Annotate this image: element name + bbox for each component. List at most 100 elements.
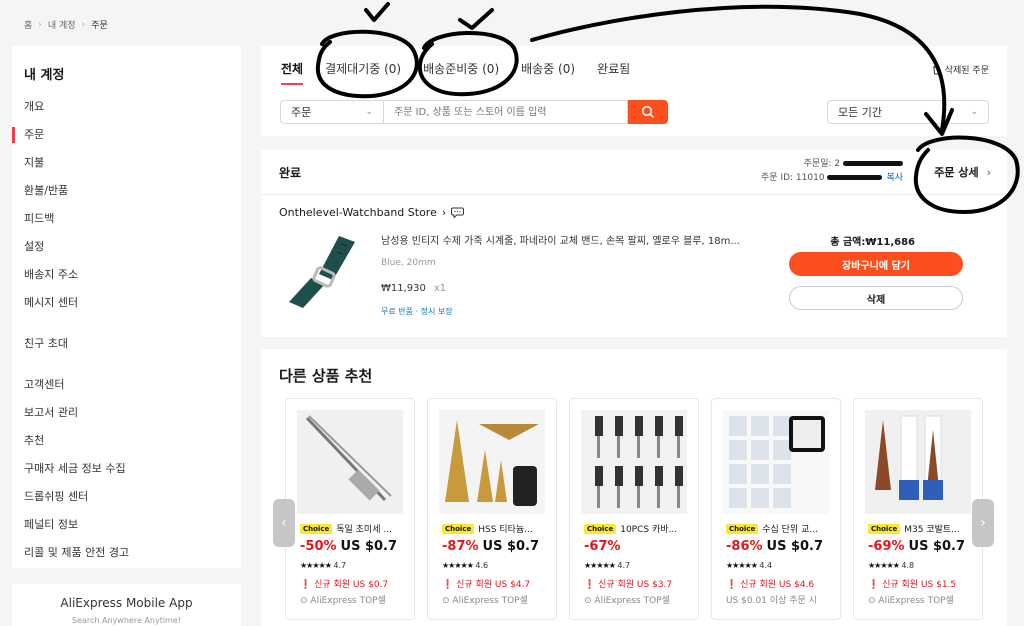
product-card[interactable]: Choice 독일 초미세 ... -50% US $0.7 ★★★★★ 4.7 ❗ 신규… <box>285 398 415 620</box>
deleted-orders-link[interactable]: 삭제된 주문 <box>932 63 989 76</box>
sidebar-item-penalty[interactable]: 페널티 정보 <box>12 511 241 539</box>
product-name[interactable]: 10PCS 카바... <box>620 522 677 535</box>
search-type-value: 주문 <box>291 106 312 119</box>
product-qty: x1 <box>433 283 447 294</box>
product-card[interactable]: Choice 10PCS 카바... -67% ★★★★★ 4.7 ❗ 신규 회원 US… <box>569 398 699 620</box>
sidebar-item-tax-info[interactable]: 구매자 세금 정보 수집 <box>12 455 241 483</box>
add-to-cart-button[interactable]: 장바구니에 담기 <box>789 252 963 276</box>
product-badge: 무료 반품 · 정시 보장 <box>381 307 453 316</box>
tab-all[interactable]: 전체 <box>281 60 304 85</box>
rating-value: 4.8 <box>901 561 915 570</box>
divider <box>261 194 1007 195</box>
chevron-down-icon: ⌄ <box>970 107 978 117</box>
order-detail-link[interactable]: 주문 상세 › <box>934 164 991 180</box>
star-rating-icon: ★★★★★ <box>300 561 332 570</box>
sidebar-item-orders[interactable]: 주문 <box>12 121 241 149</box>
top-seller-label: AliExpress TOP셀 <box>878 596 954 606</box>
sidebar-item-addresses[interactable]: 배송지 주소 <box>12 261 241 289</box>
breadcrumb-account[interactable]: 내 계정 <box>48 18 76 31</box>
product-name[interactable]: M35 코발트... <box>904 522 960 535</box>
sidebar-item-refunds[interactable]: 환불/반품 <box>12 177 241 205</box>
product-card[interactable]: Choice M35 코발트... -69% US $0.7 ★★★★★ 4.8 ❗ 신규… <box>853 398 983 620</box>
mobile-app-card[interactable]: AliExpress Mobile App Search Anywhere An… <box>12 584 241 626</box>
rating-value: 4.7 <box>617 561 631 570</box>
product-price: US $0.7 <box>340 539 398 554</box>
promo-text: 신규 회원 US $4.6 <box>740 580 815 590</box>
discount-label: -50% <box>300 539 337 554</box>
breadcrumb-current: 주문 <box>91 21 108 31</box>
top-seller-line: ⊙ AliExpress TOP셀 <box>300 593 412 606</box>
product-image[interactable] <box>439 410 545 514</box>
new-member-promo: ❗ 신규 회원 US $1.5 <box>868 577 980 590</box>
product-price: US $0.7 <box>908 539 966 554</box>
sidebar-item-messages[interactable]: 메시지 센터 <box>12 289 241 317</box>
search-input[interactable] <box>384 100 628 124</box>
order-meta: 주문일: 2 주문 ID: 11010 복사 <box>761 157 903 185</box>
sidebar-item-settings[interactable]: 설정 <box>12 233 241 261</box>
delete-order-button[interactable]: 삭제 <box>789 286 963 310</box>
choice-badge: Choice <box>300 523 333 534</box>
carousel-next-button[interactable]: › <box>972 499 994 547</box>
sidebar-item-recommend[interactable]: 추천 <box>12 427 241 455</box>
search-type-select[interactable]: 주문 ⌄ <box>280 100 384 124</box>
tab-preparing-shipment[interactable]: 배송준비중 (0) <box>423 60 499 85</box>
sidebar-item-dropshipping[interactable]: 드롭쉬핑 센터 <box>12 483 241 511</box>
order-detail-label: 주문 상세 <box>934 166 979 179</box>
product-name[interactable]: HSS 티타늄... <box>478 522 532 535</box>
discount-label: -87% <box>442 539 479 554</box>
sidebar-item-feedback[interactable]: 피드백 <box>12 205 241 233</box>
order-total: 총 금액:₩11,686 <box>830 237 915 248</box>
tab-completed[interactable]: 완료됨 <box>597 60 630 85</box>
rating: ★★★★★ 4.7 <box>584 561 630 570</box>
product-name-row: Choice 10PCS 카바... <box>584 522 696 535</box>
top-seller-label: AliExpress TOP셀 <box>310 596 386 606</box>
sidebar-item-overview[interactable]: 개요 <box>12 93 241 121</box>
top-seller-line: US $0.01 이상 주문 시 <box>726 593 838 606</box>
price-row: -67% <box>584 539 625 554</box>
order-tabs-panel: 전체 결제대기중 (0) 배송준비중 (0) 배송중 (0) 완료됨 삭제된 주… <box>261 46 1007 136</box>
period-value: 모든 기간 <box>838 106 882 119</box>
star-rating-icon: ★★★★★ <box>726 561 758 570</box>
carousel-prev-button[interactable]: ‹ <box>273 499 295 547</box>
top-seller-line: ⊙ AliExpress TOP셀 <box>442 593 554 606</box>
product-name[interactable]: 독일 초미세 ... <box>336 522 392 535</box>
top-seller-line: ⊙ AliExpress TOP셀 <box>868 593 980 606</box>
deleted-orders-label: 삭제된 주문 <box>944 66 989 76</box>
check-mark <box>364 2 390 22</box>
chat-icon[interactable] <box>451 207 465 218</box>
sidebar-item-help-center[interactable]: 고객센터 <box>12 371 241 399</box>
recommendations-panel: 다른 상품 추천 Choice 독일 초미세 ... -50% US $0.7 ★★★★… <box>261 349 1007 626</box>
top-seller-label: AliExpress TOP셀 <box>594 596 670 606</box>
discount-label: -69% <box>868 539 905 554</box>
product-image[interactable] <box>581 410 687 514</box>
fire-icon: ❗ <box>584 580 596 590</box>
product-name-row: Choice M35 코발트... <box>868 522 980 535</box>
breadcrumb-home[interactable]: 홈 <box>24 18 32 31</box>
search-button[interactable] <box>628 100 668 124</box>
product-name[interactable]: 남성용 빈티지 수제 가죽 시계줄, 파네라이 교체 밴드, 손목 팔찌, 옐로… <box>381 232 761 247</box>
product-name[interactable]: 수십 단위 교... <box>762 522 818 535</box>
product-image[interactable] <box>297 410 403 514</box>
medal-icon: ⊙ <box>442 596 450 606</box>
sidebar-item-recall[interactable]: 리콜 및 제품 안전 경고 <box>12 539 241 567</box>
sidebar-item-reports[interactable]: 보고서 관리 <box>12 399 241 427</box>
sidebar-item-invite[interactable]: 친구 초대 <box>12 330 241 358</box>
product-image[interactable] <box>723 410 829 514</box>
sidebar-item-payment[interactable]: 지불 <box>12 149 241 177</box>
copy-order-id-link[interactable]: 복사 <box>886 173 903 183</box>
price-row: -86% US $0.7 <box>726 539 823 554</box>
tab-shipping[interactable]: 배송중 (0) <box>521 60 575 85</box>
period-select[interactable]: 모든 기간 ⌄ <box>827 100 989 124</box>
product-image-watchband[interactable] <box>281 230 361 310</box>
store-name-link[interactable]: Onthelevel-Watchband Store <box>279 206 437 219</box>
star-rating-icon: ★★★★★ <box>868 561 900 570</box>
choice-badge: Choice <box>726 523 759 534</box>
promo-text: 신규 회원 US $0.7 <box>314 580 389 590</box>
product-image[interactable] <box>865 410 971 514</box>
breadcrumb: 홈 › 내 계정 › 주문 <box>24 18 108 32</box>
choice-badge: Choice <box>584 523 617 534</box>
choice-badge: Choice <box>868 523 901 534</box>
product-card[interactable]: Choice 수십 단위 교... -86% US $0.7 ★★★★★ 4.4 ❗ 신규… <box>711 398 841 620</box>
tab-awaiting-payment[interactable]: 결제대기중 (0) <box>325 60 401 85</box>
product-card[interactable]: Choice HSS 티타늄... -87% US $0.7 ★★★★★ 4.6 ❗ 신규… <box>427 398 557 620</box>
